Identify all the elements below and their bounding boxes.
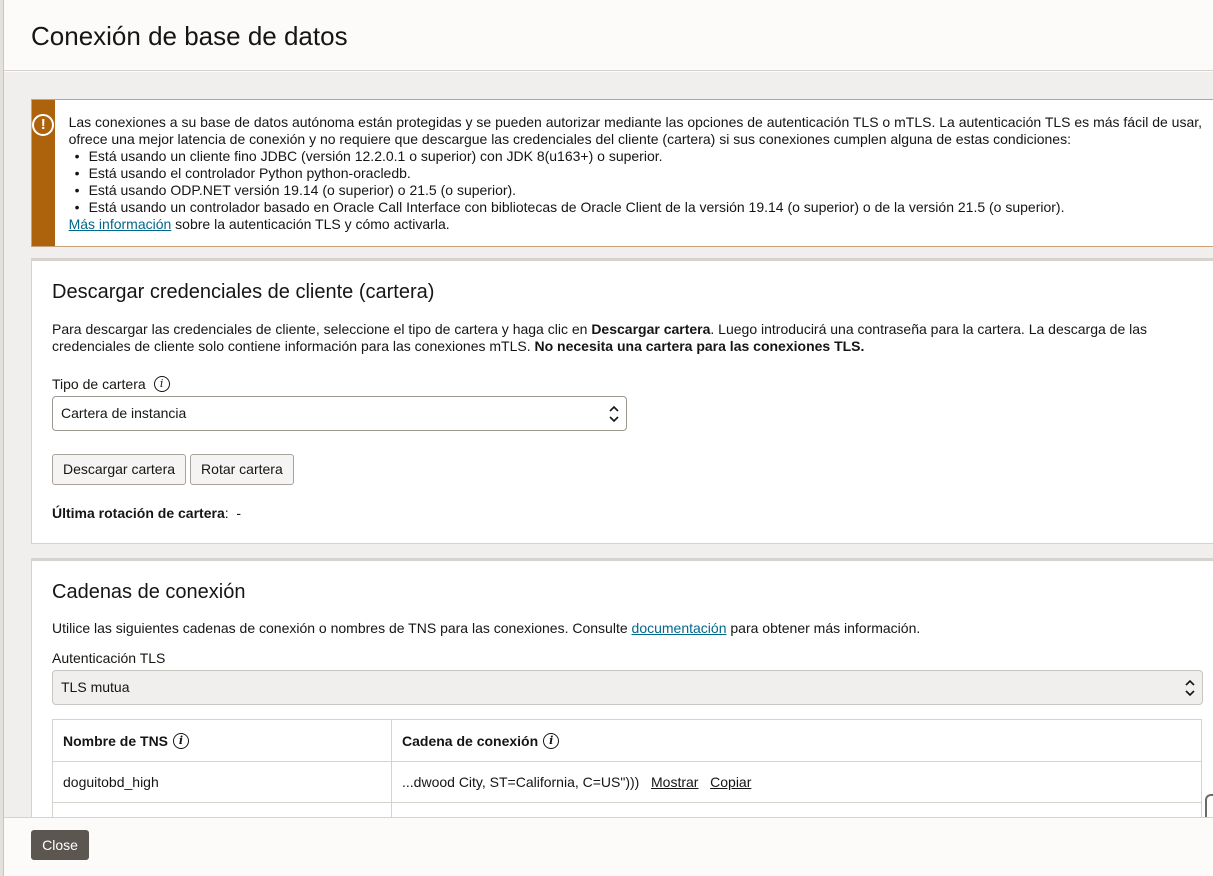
alert-text: Las conexiones a su base de datos autóno… [68,114,1203,147]
chevron-up-down-icon [609,405,619,423]
info-icon[interactable]: i [173,732,190,749]
dialog-body[interactable]: ! Las conexiones a su base de datos autó… [4,72,1213,817]
rotate-wallet-button[interactable]: Rotar cartera [190,454,294,485]
last-rotation-colon: : [224,505,237,521]
dialog-title: Conexión de base de datos [31,21,348,51]
exclamation-circle-icon: ! [32,114,55,136]
connection-string-cell [391,802,1202,817]
chevron-up-down-icon [1185,679,1195,697]
alert-bullet: Está usando el controlador Python python… [75,165,1213,182]
wallet-desc-text: Para descargar las credenciales de clien… [52,321,592,337]
alert-more-info: Más información sobre la autenticación T… [69,216,1213,233]
wallet-type-label-text: Tipo de cartera [52,376,146,392]
wallet-section-title: Descargar credenciales de cliente (carte… [52,281,435,303]
connection-string-text: ...dwood City, ST=California, C=US"))) [402,774,640,790]
show-connection-link[interactable]: Mostrar [651,774,698,790]
tns-table: Nombre de TNS i Cadena de conexión i dogui… [52,719,1202,817]
wallet-description: Para descargar las credenciales de clien… [52,321,1192,355]
connections-description: Utilice las siguientes cadenas de conexi… [52,620,1213,637]
more-info-suffix: sobre la autenticación TLS y cómo activa… [171,216,450,232]
wallet-panel: Descargar credenciales de cliente (carte… [31,258,1213,544]
wallet-type-label: Tipo de cartera i [52,376,1213,392]
wallet-desc-bold: Descargar cartera [591,321,711,337]
column-header-label: Nombre de TNS [63,732,169,749]
connections-desc-text: Utilice las siguientes cadenas de conexi… [52,620,632,636]
tls-auth-label: Autenticación TLS [52,650,166,666]
close-button[interactable]: Close [31,830,89,860]
info-icon[interactable]: i [543,732,560,749]
dialog-header: Conexión de base de datos [4,0,1213,71]
documentation-link[interactable]: documentación [632,620,727,636]
wallet-actions: Descargar cartera Rotar cartera [52,454,1213,485]
side-scroll-handle[interactable] [1205,794,1213,817]
last-rotation: Última rotación de cartera: - [52,505,1213,521]
tls-auth-value: TLS mutua [61,679,130,695]
tns-name-cell: doguitobd_high [52,761,392,803]
column-header-tns-name: Nombre de TNS i [52,719,392,762]
alert-bar: ! [32,100,55,246]
alert-bullet: Está usando un cliente fino JDBC (versió… [75,148,1213,165]
alert-content: Las conexiones a su base de datos autóno… [55,100,1213,246]
alert-bullet-list: Está usando un cliente fino JDBC (versió… [69,148,1213,216]
connection-string-cell: ...dwood City, ST=California, C=US"))) M… [391,761,1202,803]
alert-bullet: Está usando un controlador basado en Ora… [75,199,1213,216]
download-wallet-button[interactable]: Descargar cartera [52,454,187,485]
last-rotation-value: - [236,505,242,521]
table-header-row: Nombre de TNS i Cadena de conexión i [52,719,1202,762]
info-icon[interactable]: i [153,376,170,392]
column-header-label: Cadena de conexión [402,732,539,749]
tls-info-alert: ! Las conexiones a su base de datos autó… [31,99,1213,247]
column-header-connection-string: Cadena de conexión i [391,719,1202,762]
connection-strings-panel: Cadenas de conexión Utilice las siguient… [31,558,1213,817]
wallet-type-select[interactable]: Cartera de instancia [52,396,627,431]
last-rotation-label: Última rotación de cartera [52,505,225,521]
alert-bullet: Está usando ODP.NET versión 19.14 (o sup… [75,182,1213,199]
tns-name-cell [52,802,392,817]
connections-desc-text: para obtener más información. [726,620,921,636]
connections-section-title: Cadenas de conexión [52,581,246,603]
table-row: doguitobd_high ...dwood City, ST=Califor… [52,761,1202,803]
more-info-link[interactable]: Más información [69,216,172,232]
database-connection-dialog: Conexión de base de datos ! Las conexion… [4,0,1213,876]
wallet-desc-bold: No necesita una cartera para las conexio… [534,338,865,354]
table-row [52,802,1202,817]
tls-auth-select[interactable]: TLS mutua [52,670,1203,705]
copy-connection-link[interactable]: Copiar [710,774,751,790]
dialog-footer: Close [4,817,1213,876]
wallet-type-value: Cartera de instancia [61,405,187,421]
